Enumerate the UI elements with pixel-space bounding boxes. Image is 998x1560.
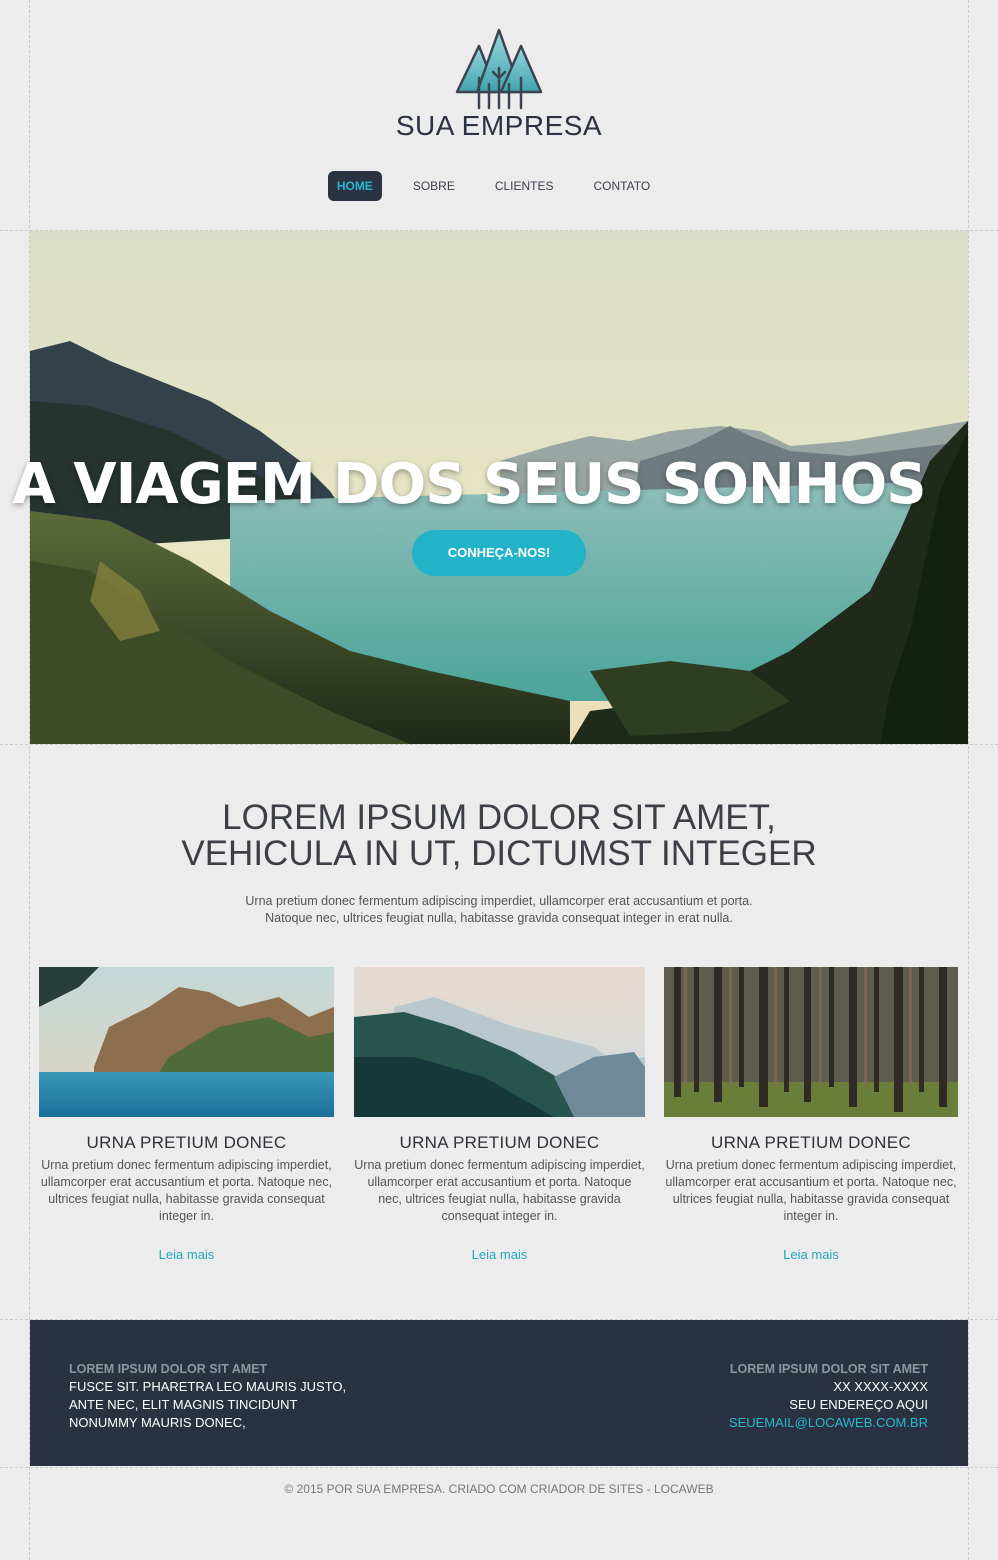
nav-sobre[interactable]: SOBRE bbox=[404, 171, 464, 201]
footer-email-link[interactable]: SEUEMAIL@LOCAWEB.COM.BR bbox=[729, 1414, 928, 1432]
card-text: Urna pretium donec fermentum adipiscing … bbox=[40, 1158, 333, 1223]
conheca-nos-button[interactable]: CONHEÇA-NOS! bbox=[412, 530, 586, 576]
footer-contact: LOREM IPSUM DOLOR SIT AMET XX XXXX-XXXX … bbox=[729, 1360, 928, 1432]
card-title: URNA PRETIUM DONEC bbox=[399, 1133, 600, 1152]
copyright: © 2015 POR SUA EMPRESA. CRIADO COM CRIAD… bbox=[284, 1482, 714, 1496]
footer-address: SEU ENDEREÇO AQUI bbox=[789, 1397, 928, 1412]
footer-left-line: ANTE NEC, ELIT MAGNIS TINCIDUNT bbox=[69, 1397, 298, 1412]
card-text: Urna pretium donec fermentum adipiscing … bbox=[665, 1158, 957, 1223]
card-image-mountain bbox=[354, 967, 645, 1117]
intro-title-line2: VEHICULA IN UT, DICTUMST INTEGER bbox=[181, 834, 817, 873]
main-nav: HOME SOBRE CLIENTES CONTATO bbox=[0, 171, 998, 201]
nav-home[interactable]: HOME bbox=[327, 171, 382, 201]
leia-mais-link[interactable]: Leia mais bbox=[354, 1247, 645, 1262]
card-title: URNA PRETIUM DONEC bbox=[711, 1133, 911, 1152]
guide-line bbox=[0, 1467, 998, 1468]
footer-left-heading: LOREM IPSUM DOLOR SIT AMET bbox=[69, 1362, 268, 1376]
nav-clientes[interactable]: CLIENTES bbox=[486, 171, 563, 201]
hero-title: A VIAGEM DOS SEUS SONHOS bbox=[12, 452, 926, 517]
footer-left: LOREM IPSUM DOLOR SIT AMET FUSCE SIT. PH… bbox=[69, 1360, 346, 1432]
page: SUA EMPRESA HOME SOBRE CLIENTES CONTATO bbox=[0, 0, 998, 1560]
guide-line bbox=[0, 744, 998, 745]
feature-card: URNA PRETIUM DONEC Urna pretium donec fe… bbox=[39, 967, 334, 1262]
guide-line bbox=[968, 0, 969, 1560]
footer-left-line: NONUMMY MAURIS DONEC, bbox=[69, 1415, 246, 1430]
leia-mais-link[interactable]: Leia mais bbox=[664, 1247, 958, 1262]
card-title: URNA PRETIUM DONEC bbox=[86, 1133, 287, 1152]
card-image-island bbox=[39, 967, 334, 1117]
nav-contato[interactable]: CONTATO bbox=[585, 171, 660, 201]
feature-card: URNA PRETIUM DONEC Urna pretium donec fe… bbox=[354, 967, 645, 1262]
brand-name: SUA EMPRESA bbox=[395, 110, 603, 141]
footer-phone: XX XXXX-XXXX bbox=[833, 1379, 928, 1394]
leia-mais-link[interactable]: Leia mais bbox=[39, 1247, 334, 1262]
footer: LOREM IPSUM DOLOR SIT AMET FUSCE SIT. PH… bbox=[30, 1320, 968, 1466]
footer-right-heading: LOREM IPSUM DOLOR SIT AMET bbox=[729, 1362, 928, 1376]
card-image-forest bbox=[664, 967, 958, 1117]
logo-trees-icon[interactable] bbox=[455, 28, 543, 112]
feature-card: URNA PRETIUM DONEC Urna pretium donec fe… bbox=[664, 967, 958, 1262]
footer-left-line: FUSCE SIT. PHARETRA LEO MAURIS JUSTO, bbox=[69, 1379, 347, 1394]
intro-text: Urna pretium donec fermentum adipiscing … bbox=[245, 894, 753, 925]
intro-title-line1: LOREM IPSUM DOLOR SIT AMET, bbox=[222, 798, 776, 837]
card-text: Urna pretium donec fermentum adipiscing … bbox=[354, 1158, 645, 1223]
intro-title: LOREM IPSUM DOLOR SIT AMET, VEHICULA IN … bbox=[0, 800, 998, 872]
